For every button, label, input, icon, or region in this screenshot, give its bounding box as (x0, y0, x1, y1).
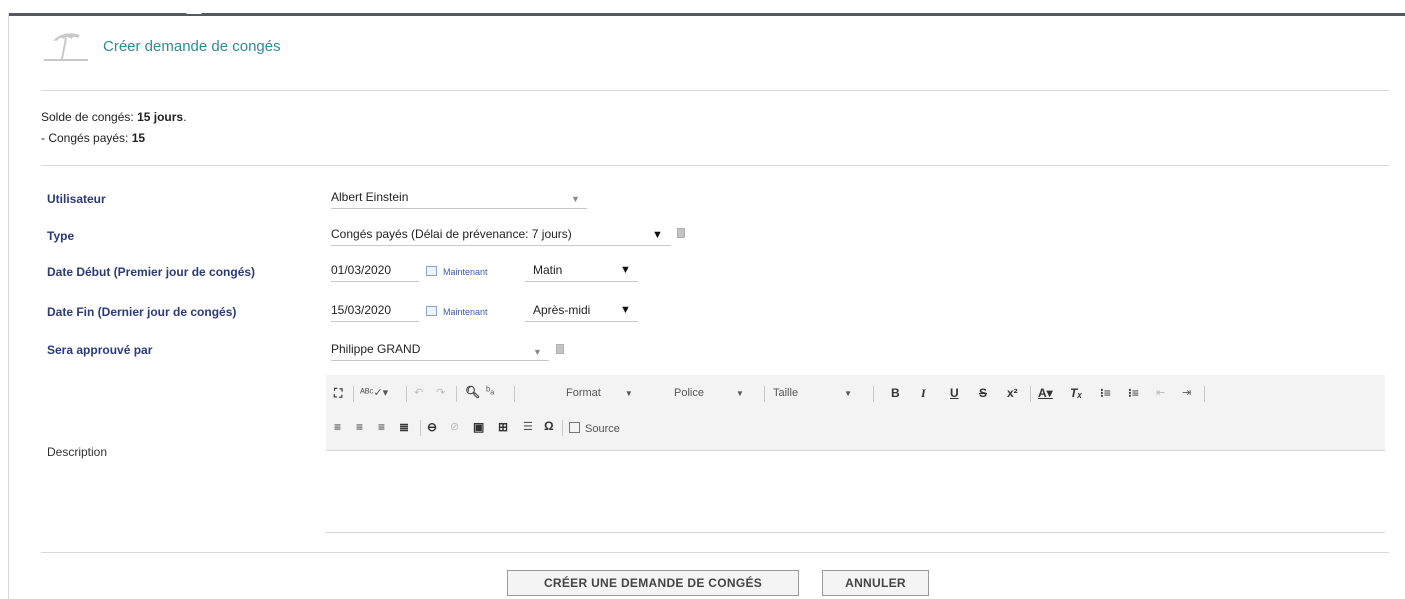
italic-icon[interactable]: I (921, 386, 926, 401)
calendar-icon[interactable] (426, 306, 437, 316)
end-date-value: 15/03/2020 (331, 303, 392, 317)
font-label: Police (674, 387, 704, 399)
unlink-icon[interactable]: ⊘ (450, 420, 459, 433)
align-center-icon[interactable]: ≡ (356, 420, 363, 434)
top-notch (186, 6, 202, 14)
maximize-icon[interactable]: ⛶ (334, 386, 342, 401)
source-label: Source (585, 423, 620, 435)
size-dropdown[interactable]: Taille ▼ (773, 387, 852, 399)
toolbar-separator (873, 386, 874, 402)
bold-icon[interactable]: B (891, 386, 900, 400)
chevron-down-icon[interactable]: ▼ (620, 264, 631, 276)
user-select[interactable]: Albert Einstein (331, 188, 587, 209)
create-request-button[interactable]: CRÉER UNE DEMANDE DE CONGÉS (507, 570, 799, 596)
start-now-link[interactable]: Maintenant (443, 267, 488, 277)
divider (41, 552, 1389, 553)
bulleted-list-icon[interactable]: ⁝≡ (1128, 386, 1139, 400)
toolbar-separator (1030, 386, 1031, 402)
start-date-input[interactable]: 01/03/2020 (331, 261, 419, 282)
user-value: Albert Einstein (331, 190, 409, 204)
table-icon[interactable]: ⊞ (498, 420, 508, 434)
start-period-value: Matin (533, 263, 563, 277)
special-char-icon[interactable]: Ω (544, 419, 554, 433)
description-label: Description (47, 445, 108, 459)
top-border (8, 13, 1405, 16)
end-date-input[interactable]: 15/03/2020 (331, 301, 419, 322)
umbrella-icon (44, 33, 88, 61)
start-date-value: 01/03/2020 (331, 263, 392, 277)
approver-select[interactable]: Philippe GRAND (331, 340, 549, 361)
remove-format-icon[interactable]: Tₓ (1070, 386, 1082, 400)
size-label: Taille (773, 387, 799, 399)
balance-paid: - Congés payés: 15 (41, 131, 146, 145)
cancel-button[interactable]: ANNULER (822, 570, 929, 596)
info-icon[interactable] (556, 344, 564, 354)
chevron-down-icon: ▼ (844, 389, 852, 398)
justify-icon[interactable]: ≣ (399, 420, 409, 434)
undo-icon[interactable]: ↶ (414, 386, 423, 399)
toolbar-separator (1204, 386, 1205, 402)
start-date-label: Date Début (Premier jour de congés) (47, 265, 256, 279)
chevron-down-icon: ▼ (735, 389, 744, 398)
approver-label: Sera approuvé par (47, 343, 153, 357)
text-color-icon[interactable]: A▾ (1038, 386, 1053, 400)
chevron-down-icon[interactable]: ▼ (652, 229, 663, 241)
toolbar-separator (562, 420, 563, 436)
user-label: Utilisateur (47, 192, 106, 206)
toolbar-separator (456, 386, 457, 402)
source-icon (569, 422, 580, 433)
chevron-down-icon: ▼ (624, 389, 633, 398)
divider (41, 90, 1389, 91)
approver-value: Philippe GRAND (331, 342, 421, 356)
info-icon[interactable] (677, 228, 685, 238)
end-now-link[interactable]: Maintenant (443, 307, 488, 317)
toolbar-separator (764, 386, 765, 402)
description-editor[interactable] (326, 451, 1385, 533)
type-label: Type (47, 229, 75, 243)
chevron-down-icon[interactable]: ▼ (533, 347, 542, 357)
spellcheck-icon[interactable]: ᴬᴮᶜ✓▾ (360, 386, 388, 399)
end-period-value: Après-midi (533, 303, 591, 317)
horizontal-rule-icon[interactable]: ☰ (523, 420, 533, 433)
underline-icon[interactable]: U (950, 386, 959, 400)
image-icon[interactable]: ▣ (473, 420, 484, 434)
type-select[interactable]: Congés payés (Délai de prévenance: 7 jou… (331, 225, 671, 246)
redo-icon[interactable]: ↷ (436, 386, 445, 399)
chevron-down-icon[interactable]: ▼ (571, 194, 580, 204)
numbered-list-icon[interactable]: ⁝≡ (1100, 386, 1111, 400)
toolbar-separator (420, 420, 421, 436)
format-label: Format (566, 387, 601, 399)
page-title: Créer demande de congés (103, 38, 281, 55)
superscript-icon[interactable]: x² (1007, 386, 1018, 400)
strikethrough-icon[interactable]: S (979, 386, 987, 400)
end-date-label: Date Fin (Dernier jour de congés) (47, 305, 237, 319)
type-value: Congés payés (Délai de prévenance: 7 jou… (331, 227, 572, 241)
toolbar-separator (406, 386, 407, 402)
align-left-icon[interactable]: ≡ (334, 420, 341, 434)
calendar-icon[interactable] (426, 266, 437, 276)
balance-total: Solde de congés: 15 jours. (41, 110, 187, 124)
font-dropdown[interactable]: Police ▼ (674, 387, 744, 399)
indent-icon[interactable]: ⇥ (1182, 386, 1191, 399)
source-button[interactable]: Source (569, 422, 620, 435)
link-icon[interactable]: ⊖ (427, 420, 437, 434)
chevron-down-icon[interactable]: ▼ (620, 304, 631, 316)
divider (41, 165, 1389, 166)
format-dropdown[interactable]: Format ▼ (566, 387, 633, 399)
find-icon[interactable]: 🔍︎ (465, 385, 480, 399)
align-right-icon[interactable]: ≡ (378, 420, 385, 434)
toolbar-separator (353, 386, 354, 402)
editor-toolbar: ⛶ ᴬᴮᶜ✓▾ ↶ ↷ 🔍︎ ᵇₐ Format ▼ Police ▼ Taille… (326, 375, 1385, 451)
left-border (8, 13, 9, 599)
replace-icon[interactable]: ᵇₐ (486, 385, 494, 397)
outdent-icon[interactable]: ⇤ (1156, 386, 1165, 399)
toolbar-separator (514, 386, 515, 402)
